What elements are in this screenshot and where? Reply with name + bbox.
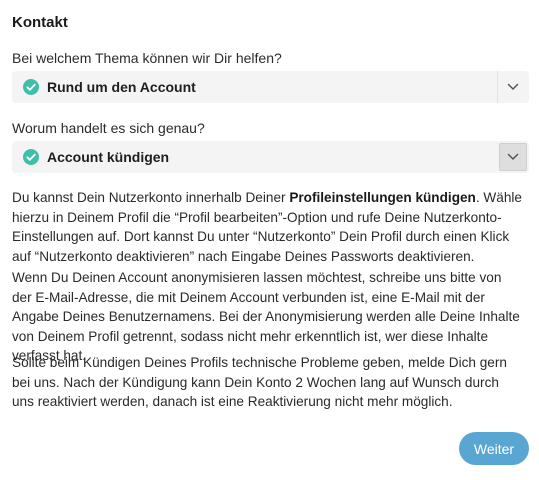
topic-dropdown-toggle[interactable] bbox=[499, 73, 527, 101]
topic-question-label: Bei welchem Thema können wir Dir helfen? bbox=[12, 50, 282, 66]
subtopic-select[interactable]: Account kündigen bbox=[12, 141, 529, 173]
subtopic-question-label: Worum handelt es sich genau? bbox=[12, 120, 205, 136]
check-circle-icon bbox=[23, 149, 39, 165]
profile-settings-highlight: Profileinstellungen kündigen bbox=[289, 190, 476, 205]
topic-select[interactable]: Rund um den Account bbox=[12, 71, 529, 103]
info-paragraph-problems: Sollte beim Kündigen Deines Profils tech… bbox=[12, 355, 507, 409]
info-paragraph-cancel: Du kannst Dein Nutzerkonto innerhalb Dei… bbox=[12, 188, 524, 266]
subtopic-dropdown-toggle[interactable] bbox=[499, 143, 527, 171]
page-title: Kontakt bbox=[12, 14, 68, 31]
select-divider bbox=[497, 71, 498, 103]
chevron-down-icon bbox=[507, 83, 519, 90]
subtopic-selected-value: Account kündigen bbox=[47, 149, 170, 165]
topic-selected-value: Rund um den Account bbox=[47, 79, 196, 95]
paragraph-text: Du kannst Dein Nutzerkonto innerhalb Dei… bbox=[12, 190, 290, 205]
check-circle-icon bbox=[23, 79, 39, 95]
info-paragraph-anonymize: Wenn Du Deinen Account anonymisieren las… bbox=[12, 270, 520, 363]
chevron-down-icon bbox=[507, 153, 519, 160]
next-button[interactable]: Weiter bbox=[459, 432, 529, 465]
